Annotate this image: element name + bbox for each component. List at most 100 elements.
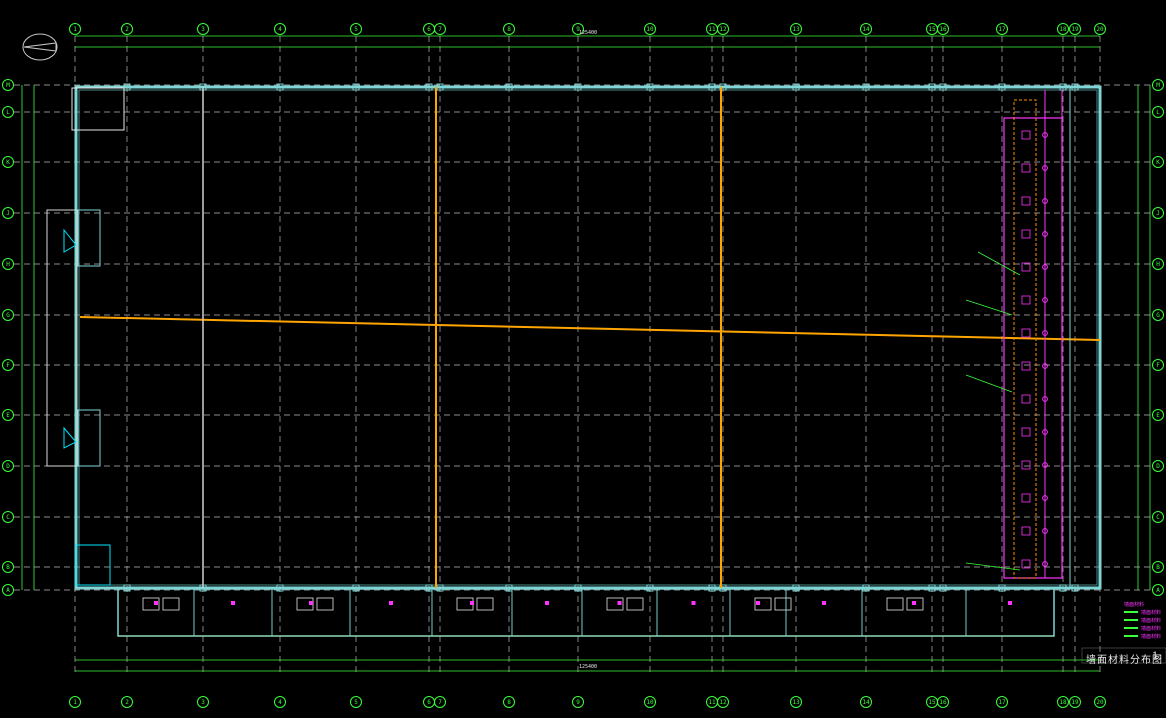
column-bubble: 5 [350, 696, 362, 708]
axis-bubble-label: 7 [438, 26, 442, 33]
column-bubble: 16 [937, 23, 949, 35]
row-bubble: H [2, 258, 14, 270]
row-bubble: F [1152, 359, 1164, 371]
equipment-box [1021, 130, 1031, 140]
legend-heading: 墙面材料 [1124, 601, 1144, 608]
axis-bubble-label: 1 [73, 26, 77, 33]
axis-bubble-label: 5 [354, 26, 358, 33]
row-bubble: B [1152, 561, 1164, 573]
desk [626, 597, 644, 611]
dimension-lines [21, 35, 1151, 672]
axis-bubble-label: J [1156, 210, 1160, 217]
column-axis-lines [74, 36, 1101, 676]
row-bubble: M [1152, 79, 1164, 91]
column-bubble: 19 [1069, 23, 1081, 35]
column-bubble: 8 [503, 23, 515, 35]
axis-bubble-label: L [1156, 109, 1160, 116]
axis-bubble-label: 14 [862, 26, 870, 33]
column-bubble: 18 [1057, 696, 1069, 708]
column-bubble: 7 [434, 696, 446, 708]
column-bubble: 19 [1069, 696, 1081, 708]
row-bubble: A [2, 584, 14, 596]
row-bubbles-left: M L K J H G F E D C B A [2, 79, 14, 596]
column-bubble: 7 [434, 23, 446, 35]
room-tag [617, 601, 622, 605]
office-room [861, 588, 967, 637]
axis-bubble-label: 17 [998, 699, 1006, 706]
axis-bubble-label: 19 [1071, 699, 1079, 706]
axis-bubble-label: 16 [939, 26, 947, 33]
bottom-total-dimension: 125400 [579, 664, 597, 670]
axis-bubble-label: L [6, 109, 10, 116]
left-annex [46, 87, 125, 586]
axis-bubble-label: 13 [792, 26, 800, 33]
column-bubble: 12 [717, 696, 729, 708]
row-bubble: D [2, 460, 14, 472]
column-bubble: 2 [121, 696, 133, 708]
equipment-box [1021, 493, 1031, 503]
axis-bubble-label: F [1156, 362, 1160, 369]
column-bubble: 1 [69, 696, 81, 708]
room-tag [545, 601, 549, 605]
column-bubble: 18 [1057, 23, 1069, 35]
room-tag [822, 601, 826, 605]
axis-bubble-label: J [6, 210, 10, 217]
column-bubble: 13 [790, 23, 802, 35]
axis-bubble-label: K [1156, 159, 1160, 166]
office-room [271, 588, 351, 637]
column-bubble: 17 [996, 696, 1008, 708]
legend-item-3: 墙面材料 [1141, 625, 1161, 632]
axis-bubble-label: 4 [278, 699, 282, 706]
axis-bubble-label: D [6, 463, 10, 470]
column-bubble: 10 [644, 23, 656, 35]
office-room [511, 588, 583, 637]
axis-bubble-label: 11 [708, 26, 716, 33]
axis-bubble-label: 3 [201, 699, 205, 706]
axis-bubble-label: 9 [576, 699, 580, 706]
axis-bubble-label: M [1156, 82, 1160, 89]
equipment-box [1021, 196, 1031, 206]
column-bubble: 6 [423, 23, 435, 35]
axis-bubble-label: B [6, 564, 10, 571]
axis-bubble-label: G [1156, 312, 1160, 319]
office-room [349, 588, 433, 637]
axis-bubble-label: 12 [719, 699, 727, 706]
axis-bubble-label: 15 [928, 26, 936, 33]
row-bubble: A [1152, 584, 1164, 596]
axis-bubble-label: 7 [438, 699, 442, 706]
axis-bubble-label: 2 [125, 699, 129, 706]
column-bubble: 6 [423, 696, 435, 708]
row-bubble: K [1152, 156, 1164, 168]
axis-bubble-label: 6 [427, 26, 431, 33]
row-bubble: J [1152, 207, 1164, 219]
axis-bubble-label: 18 [1059, 699, 1067, 706]
structural-columns [123, 83, 1079, 592]
axis-bubble-label: B [1156, 564, 1160, 571]
office-room [785, 588, 863, 637]
axis-bubble-label: D [1156, 463, 1160, 470]
column-bubble: 11 [706, 23, 718, 35]
axis-bubble-label: 11 [708, 699, 716, 706]
axis-bubble-label: 3 [201, 26, 205, 33]
top-total-dimension: 125400 [579, 30, 597, 36]
column-bubble: 13 [790, 696, 802, 708]
equipment-box [1021, 295, 1031, 305]
office-rooms [117, 588, 1055, 637]
column-bubble: 15 [926, 23, 938, 35]
axis-bubble-label: K [6, 159, 10, 166]
equipment-box [1021, 427, 1031, 437]
room-tag [154, 601, 158, 605]
legend-item-2: 墙面材料 [1141, 617, 1161, 624]
row-bubble: E [1152, 409, 1164, 421]
office-room [729, 588, 787, 637]
equipment-box [1021, 526, 1031, 536]
row-bubbles-right: M L K J H G F E D C B A [1152, 79, 1164, 596]
floor-plan: 1 2 3 4 5 6 7 8 9 10 11 12 13 14 15 16 17 18 19 20 12345678… [2, 23, 1166, 708]
axis-bubble-label: A [1156, 587, 1160, 594]
row-bubble: L [2, 106, 14, 118]
axis-bubble-label: 1 [73, 699, 77, 706]
axis-bubble-label: 12 [719, 26, 727, 33]
legend-item-1: 墙面材料 [1141, 609, 1161, 616]
desk [774, 597, 792, 611]
drawing-scale: 1: [1152, 651, 1162, 662]
